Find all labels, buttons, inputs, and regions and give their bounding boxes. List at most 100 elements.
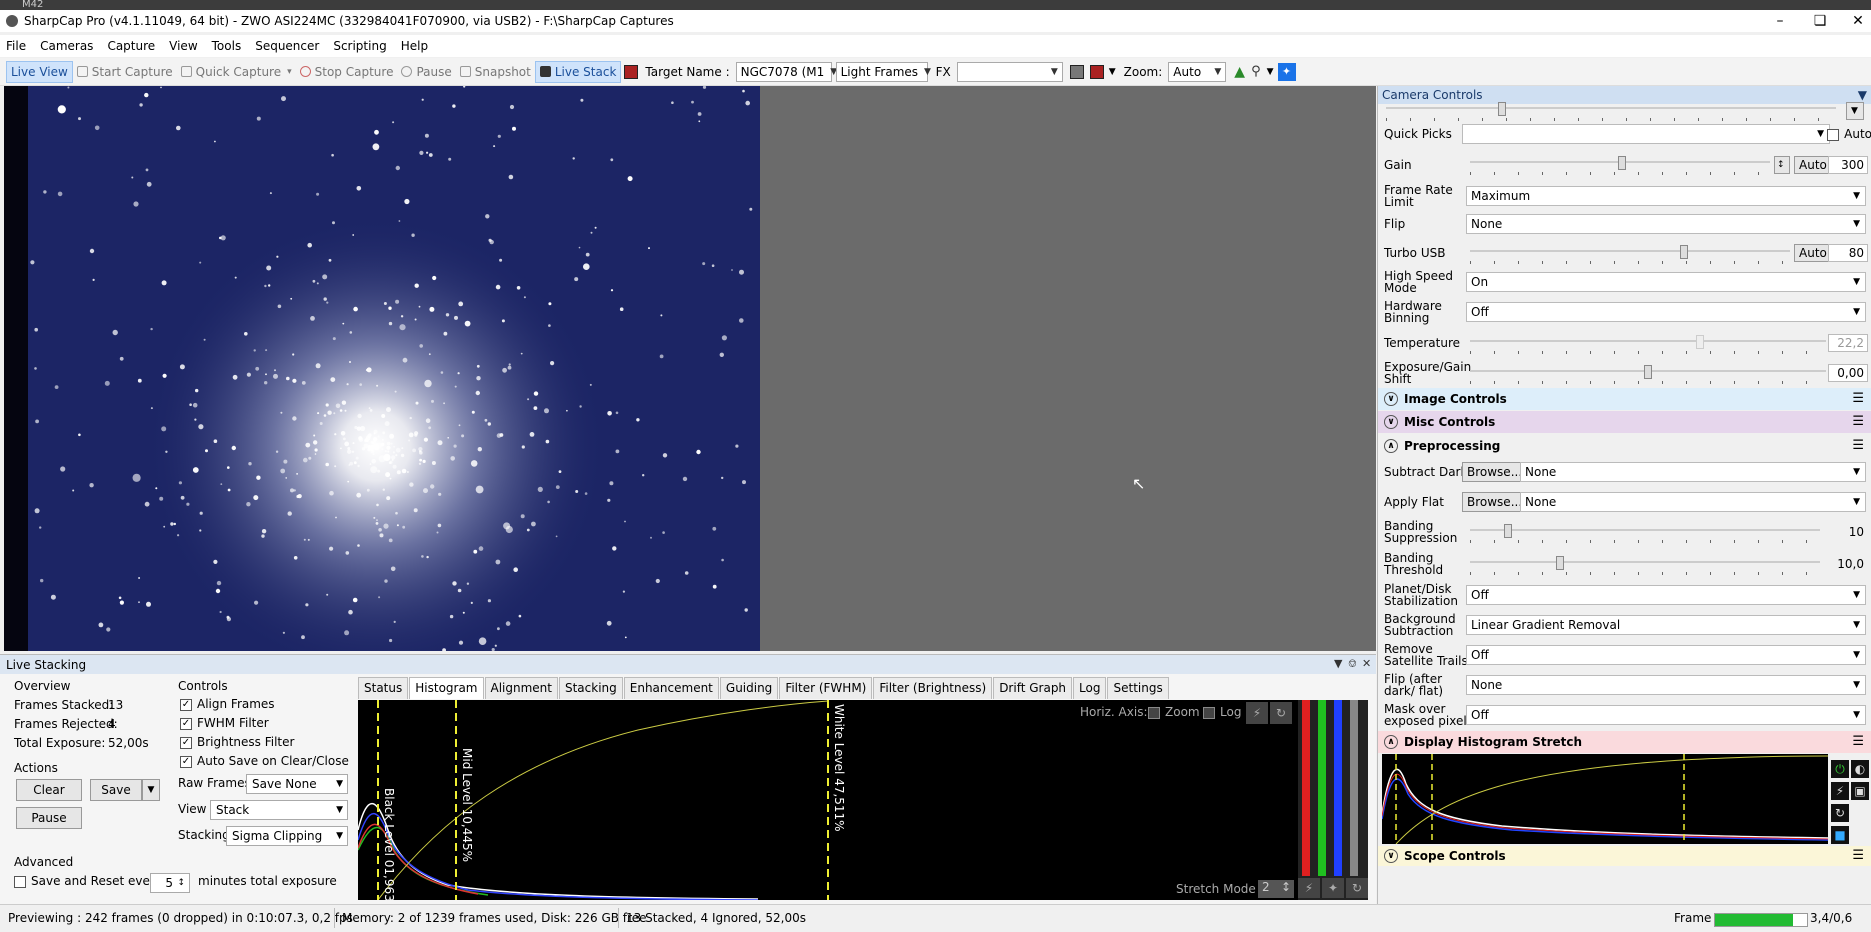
save-button[interactable]: Save (90, 779, 142, 801)
zoom-combo[interactable]: Auto ▼ (1168, 61, 1227, 82)
turbo-auto-button[interactable]: Auto (1794, 244, 1832, 262)
start-capture-button[interactable]: Start Capture (73, 61, 177, 83)
subtract-dark-browse-button[interactable]: Browse... (1462, 462, 1528, 482)
menu-file[interactable]: File (6, 39, 26, 53)
minimize-icon[interactable]: – (1760, 10, 1800, 32)
close-icon[interactable]: ✕ (1838, 10, 1871, 32)
misc-controls-section[interactable]: ∨ Misc Controls ☰ (1378, 411, 1871, 433)
cross-icon[interactable] (1089, 64, 1104, 79)
live-stack-button[interactable]: Live Stack (534, 60, 622, 83)
pin-icon[interactable]: ⎊ (1348, 657, 1357, 671)
power-icon[interactable]: ⏻ (1831, 760, 1849, 778)
satellite-trails-select[interactable]: Off ▼ (1466, 645, 1866, 665)
reset-icon[interactable]: ↻ (1270, 702, 1292, 724)
tab-guiding[interactable]: Guiding (719, 677, 779, 699)
raw-frames-select[interactable]: Save None ▼ (246, 774, 348, 794)
hamburger-icon[interactable]: ☰ (1852, 846, 1864, 866)
menu-scripting[interactable]: Scripting (333, 39, 386, 53)
lightning-icon[interactable]: ⚡ (1831, 782, 1849, 800)
pause-stack-button[interactable]: Pause (16, 807, 82, 829)
stretch-mode-spinner[interactable]: 2 ↕ (1258, 880, 1294, 898)
scope-controls-section[interactable]: ∨ Scope Controls ☰ (1378, 846, 1871, 866)
lightning-icon[interactable]: ⚡ (1246, 702, 1268, 724)
subtract-dark-select[interactable]: None ▼ (1520, 462, 1866, 482)
clear-button[interactable]: Clear (16, 779, 82, 801)
mask-over-select[interactable]: Off ▼ (1466, 705, 1866, 725)
hamburger-icon[interactable]: ☰ (1852, 435, 1864, 457)
live-view-button[interactable]: Live View (6, 60, 73, 83)
brightness-filter-checkbox[interactable]: ✓ Brightness Filter (180, 735, 294, 749)
lock-icon[interactable]: ▣ (1851, 782, 1869, 800)
annotate-icon[interactable]: ✦ (1277, 62, 1296, 81)
turbo-usb-value[interactable]: 80 (1828, 244, 1868, 262)
tab-log[interactable]: Log (1073, 677, 1107, 699)
blue-level-bar[interactable] (1334, 700, 1342, 876)
tab-filter-brightness[interactable]: Filter (Brightness) (873, 677, 993, 699)
reticle-icon[interactable] (1069, 64, 1084, 79)
tab-status[interactable]: Status (358, 677, 409, 699)
restore-icon[interactable]: ❏ (1800, 10, 1840, 32)
tab-enhancement[interactable]: Enhancement (623, 677, 719, 699)
exp-gain-shift-slider[interactable] (1470, 365, 1826, 384)
save-reset-checkbox[interactable]: Save and Reset every (14, 874, 162, 888)
target-red-icon[interactable] (624, 64, 639, 79)
fwhm-filter-checkbox[interactable]: ✓ FWHM Filter (180, 716, 269, 730)
taskbar-tab-label[interactable]: M42 (22, 0, 43, 10)
banding-suppression-slider[interactable] (1470, 524, 1820, 543)
menu-view[interactable]: View (169, 39, 197, 53)
frame-type-combo[interactable]: Light Frames ▼ (835, 61, 931, 82)
rgb-level-sliders[interactable]: ⚡ ✦ ↻ (1298, 700, 1368, 900)
exp-gain-shift-value[interactable]: 0,00 (1828, 364, 1868, 382)
gain-auto-button[interactable]: Auto (1794, 156, 1832, 174)
lum-level-bar[interactable] (1350, 700, 1358, 876)
log-checkbox[interactable]: Log (1203, 705, 1241, 719)
chevron-down-icon[interactable]: ▼ (1109, 67, 1116, 77)
target-name-combo[interactable]: NGC7078 (M1 ▼ (735, 61, 837, 82)
save-reset-spinner[interactable]: 5 ↕ (150, 873, 190, 893)
pause-button[interactable]: Pause (397, 61, 455, 83)
tab-histogram[interactable]: Histogram (409, 677, 484, 699)
chevron-down-icon[interactable]: ▼ (1267, 67, 1274, 77)
banding-suppression-value[interactable]: 10 (1828, 523, 1868, 541)
lightning-icon[interactable]: ⚡ (1298, 878, 1320, 898)
stop-capture-button[interactable]: Stop Capture (296, 61, 398, 83)
exposure-slider[interactable] (1386, 102, 1836, 121)
stacking-select[interactable]: Sigma Clipping ▼ (226, 826, 348, 846)
sparkle-icon[interactable]: ✦ (1322, 878, 1344, 898)
menu-help[interactable]: Help (401, 39, 428, 53)
chevron-down-icon[interactable]: ▼ (142, 779, 160, 801)
turbo-usb-slider[interactable] (1470, 245, 1790, 264)
green-level-bar[interactable] (1318, 700, 1326, 876)
banding-threshold-slider[interactable] (1470, 556, 1820, 575)
tab-stacking[interactable]: Stacking (558, 677, 623, 699)
save-icon[interactable]: ■ (1831, 826, 1849, 844)
magnify-icon[interactable]: ⚲ (1251, 64, 1261, 79)
hamburger-icon[interactable]: ☰ (1852, 388, 1864, 410)
close-icon[interactable]: ✕ (1362, 657, 1371, 670)
image-controls-section[interactable]: ∨ Image Controls ☰ (1378, 388, 1871, 410)
gain-slider[interactable] (1470, 156, 1770, 175)
menu-sequencer[interactable]: Sequencer (255, 39, 319, 53)
snapshot-button[interactable]: Snapshot (456, 61, 535, 83)
menu-capture[interactable]: Capture (107, 39, 155, 53)
zoom-checkbox[interactable]: Zoom (1148, 705, 1200, 719)
quick-picks-select[interactable]: ▼ (1462, 124, 1830, 144)
display-histogram-section[interactable]: ∧ Display Histogram Stretch ☰ (1378, 731, 1871, 753)
chevron-down-icon[interactable]: ▼ (1846, 102, 1864, 120)
tab-alignment[interactable]: Alignment (484, 677, 558, 699)
quick-capture-button[interactable]: Quick Capture ▾ (177, 61, 296, 83)
flip-select[interactable]: None ▼ (1466, 214, 1866, 234)
reset-icon[interactable]: ↻ (1346, 878, 1368, 898)
high-speed-select[interactable]: On ▼ (1466, 272, 1866, 292)
frame-rate-select[interactable]: Maximum ▼ (1466, 186, 1866, 206)
auto-save-checkbox[interactable]: ✓ Auto Save on Clear/Close (180, 754, 349, 768)
tab-settings[interactable]: Settings (1107, 677, 1169, 699)
flip-after-select[interactable]: None ▼ (1466, 675, 1866, 695)
banding-threshold-value[interactable]: 10,0 (1828, 555, 1868, 573)
red-level-bar[interactable] (1302, 700, 1310, 876)
background-subtraction-select[interactable]: Linear Gradient Removal ▼ (1466, 615, 1866, 635)
menu-tools[interactable]: Tools (212, 39, 242, 53)
apply-flat-select[interactable]: None ▼ (1520, 492, 1866, 512)
image-viewer[interactable]: ↖ (4, 86, 1376, 651)
chevron-down-icon[interactable]: ▼ (1334, 657, 1342, 670)
